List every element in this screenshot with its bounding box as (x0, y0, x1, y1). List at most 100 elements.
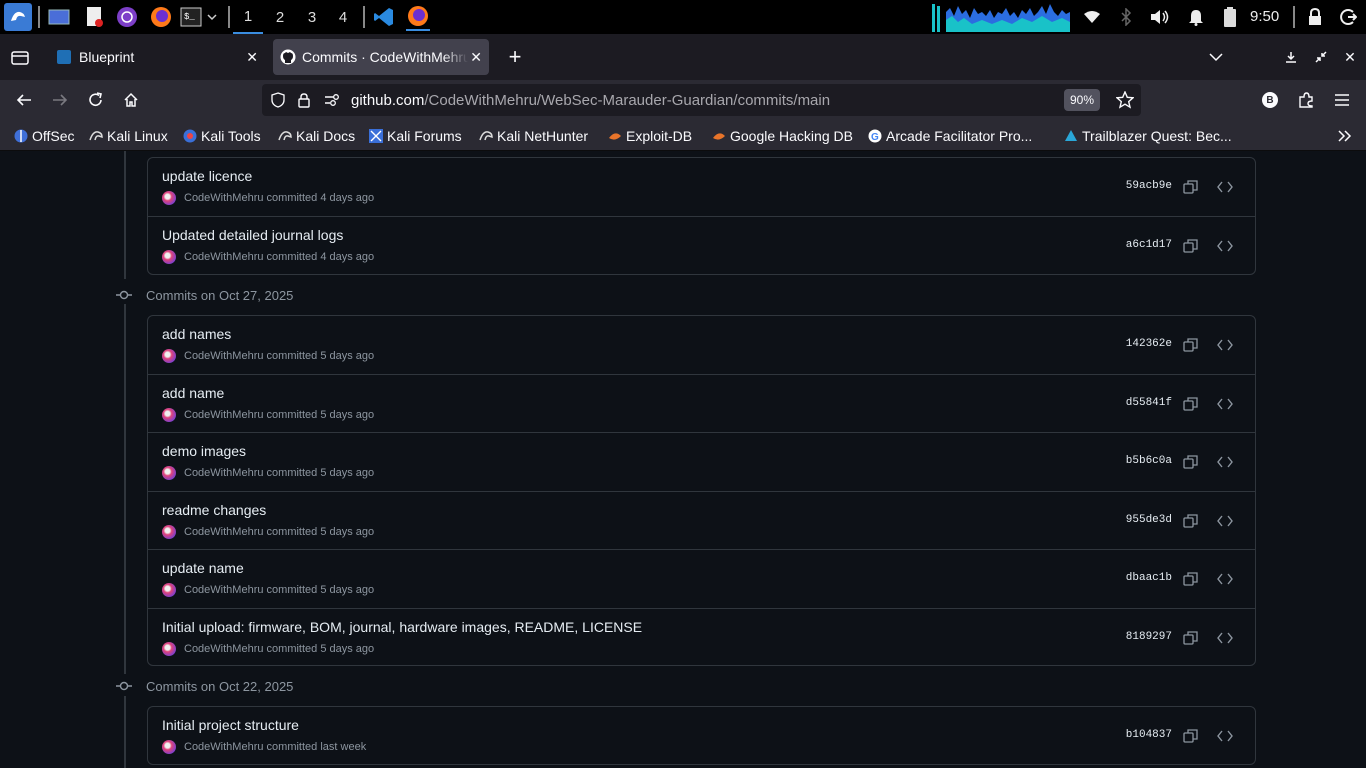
commit-message[interactable]: readme changes (162, 502, 266, 518)
commit-sha[interactable]: 142362e (1126, 338, 1172, 350)
zoom-level-button[interactable]: 90% (1064, 89, 1101, 111)
copy-icon[interactable] (1183, 238, 1199, 254)
commit-row[interactable]: Initial project structure CodeWithMehru … (148, 707, 1255, 764)
commit-sha[interactable]: b5b6c0a (1126, 455, 1172, 467)
commit-row[interactable]: update licence CodeWithMehru committed 4… (148, 158, 1255, 217)
bluetooth-icon[interactable] (1114, 5, 1138, 29)
copy-icon[interactable] (1183, 454, 1199, 470)
url-text[interactable]: github.com/CodeWithMehru/WebSec-Marauder… (351, 92, 830, 109)
clock[interactable]: 9:50 (1250, 8, 1279, 25)
commit-author[interactable]: CodeWithMehru (184, 350, 263, 362)
text-editor-icon[interactable] (82, 5, 106, 29)
commit-row[interactable]: Updated detailed journal logs CodeWithMe… (148, 217, 1255, 275)
commit-row[interactable]: add name CodeWithMehru committed 5 days … (148, 375, 1255, 433)
close-tab-icon[interactable]: ✕ (246, 49, 258, 66)
commit-message[interactable]: add names (162, 326, 231, 342)
avatar[interactable] (162, 349, 176, 363)
commit-message[interactable]: add name (162, 385, 224, 401)
close-window-icon[interactable]: ✕ (1338, 45, 1362, 69)
commit-author[interactable]: CodeWithMehru (184, 584, 263, 596)
avatar[interactable] (162, 407, 176, 422)
back-arrow-icon[interactable] (12, 88, 36, 112)
kali-menu-icon[interactable] (4, 3, 32, 31)
workspace-1[interactable]: 1 (233, 0, 263, 34)
browse-code-icon[interactable] (1217, 630, 1233, 646)
address-bar[interactable]: github.com/CodeWithMehru/WebSec-Marauder… (262, 84, 1141, 116)
copy-icon[interactable] (1183, 396, 1199, 412)
commit-author[interactable]: CodeWithMehru (184, 192, 263, 204)
commit-message[interactable]: Initial upload: firmware, BOM, journal, … (162, 619, 642, 635)
bookmark-star-icon[interactable] (1115, 90, 1135, 114)
commit-message[interactable]: demo images (162, 443, 246, 459)
avatar[interactable] (162, 524, 176, 539)
lock-icon[interactable] (297, 92, 311, 113)
lock-screen-icon[interactable] (1303, 5, 1327, 29)
bookmarks-overflow-icon[interactable] (1338, 126, 1352, 146)
terminal-icon[interactable]: $_ (179, 5, 203, 29)
site-permissions-icon[interactable] (324, 93, 340, 112)
vscode-icon[interactable] (372, 5, 396, 29)
firefox-icon[interactable] (149, 5, 173, 29)
bookmark-google-hacking-db[interactable]: Google Hacking DB (712, 126, 853, 146)
commit-row[interactable]: add names CodeWithMehru committed 5 days… (148, 316, 1255, 375)
commit-row[interactable]: demo images CodeWithMehru committed 5 da… (148, 433, 1255, 492)
browse-code-icon[interactable] (1217, 337, 1233, 353)
copy-icon[interactable] (1183, 630, 1199, 646)
browse-code-icon[interactable] (1217, 571, 1233, 587)
avatar[interactable] (162, 466, 176, 480)
commit-message[interactable]: Updated detailed journal logs (162, 227, 343, 243)
firefox-view-icon[interactable] (8, 45, 32, 69)
avatar[interactable] (162, 583, 176, 597)
commit-sha[interactable]: 8189297 (1126, 631, 1172, 643)
avatar[interactable] (162, 249, 176, 264)
forward-arrow-icon[interactable] (48, 88, 72, 112)
commit-author[interactable]: CodeWithMehru (184, 643, 263, 655)
restore-icon[interactable] (1309, 45, 1333, 69)
bookmark-kali-forums[interactable]: Kali Forums (369, 126, 462, 146)
avatar[interactable] (162, 740, 176, 754)
copy-icon[interactable] (1183, 728, 1199, 744)
desktop-icon[interactable] (47, 5, 71, 29)
commit-sha[interactable]: 955de3d (1126, 514, 1172, 526)
bookmark-offsec[interactable]: OffSec (14, 126, 75, 146)
new-tab-icon[interactable]: + (503, 44, 527, 69)
commit-author[interactable]: CodeWithMehru (184, 526, 263, 538)
commit-message[interactable]: Initial project structure (162, 717, 299, 733)
bookmark-exploit-db[interactable]: Exploit-DB (608, 126, 692, 146)
copy-icon[interactable] (1183, 571, 1199, 587)
commit-sha[interactable]: 59acb9e (1126, 180, 1172, 192)
tor-browser-icon[interactable] (115, 5, 139, 29)
browse-code-icon[interactable] (1217, 454, 1233, 470)
bitwarden-extension-icon[interactable]: B (1258, 88, 1282, 112)
commit-sha[interactable]: a6c1d17 (1126, 239, 1172, 251)
bookmark-kali-docs[interactable]: Kali Docs (278, 126, 355, 146)
logout-icon[interactable] (1336, 5, 1360, 29)
bookmark-arcade-facilitator[interactable]: G Arcade Facilitator Pro... (868, 126, 1032, 146)
commit-sha[interactable]: d55841f (1126, 397, 1172, 409)
commit-author[interactable]: CodeWithMehru (184, 409, 263, 421)
workspace-3[interactable]: 3 (297, 0, 327, 34)
avatar[interactable] (162, 641, 176, 656)
minimize-icon[interactable] (1279, 45, 1303, 69)
commit-message[interactable]: update licence (162, 168, 252, 184)
browse-code-icon[interactable] (1217, 179, 1233, 195)
workspace-4[interactable]: 4 (328, 0, 358, 34)
commit-row[interactable]: readme changes CodeWithMehru committed 5… (148, 492, 1255, 550)
home-icon[interactable] (119, 88, 143, 112)
volume-icon[interactable] (1148, 5, 1172, 29)
notification-bell-icon[interactable] (1184, 5, 1208, 29)
commit-author[interactable]: CodeWithMehru (184, 741, 263, 753)
bookmark-kali-nethunter[interactable]: Kali NetHunter (479, 126, 588, 146)
reload-icon[interactable] (84, 88, 108, 112)
copy-icon[interactable] (1183, 337, 1199, 353)
commit-row[interactable]: Initial upload: firmware, BOM, journal, … (148, 609, 1255, 666)
firefox-window-icon[interactable] (406, 3, 430, 31)
commit-row[interactable]: update name CodeWithMehru committed 5 da… (148, 550, 1255, 609)
tab-commits[interactable]: Commits · CodeWithMehru ✕ (273, 39, 489, 75)
copy-icon[interactable] (1183, 513, 1199, 529)
workspace-2[interactable]: 2 (265, 0, 295, 34)
browse-code-icon[interactable] (1217, 238, 1233, 254)
commit-sha[interactable]: b104837 (1126, 729, 1172, 741)
commit-author[interactable]: CodeWithMehru (184, 251, 263, 263)
list-all-tabs-icon[interactable] (1204, 45, 1228, 69)
